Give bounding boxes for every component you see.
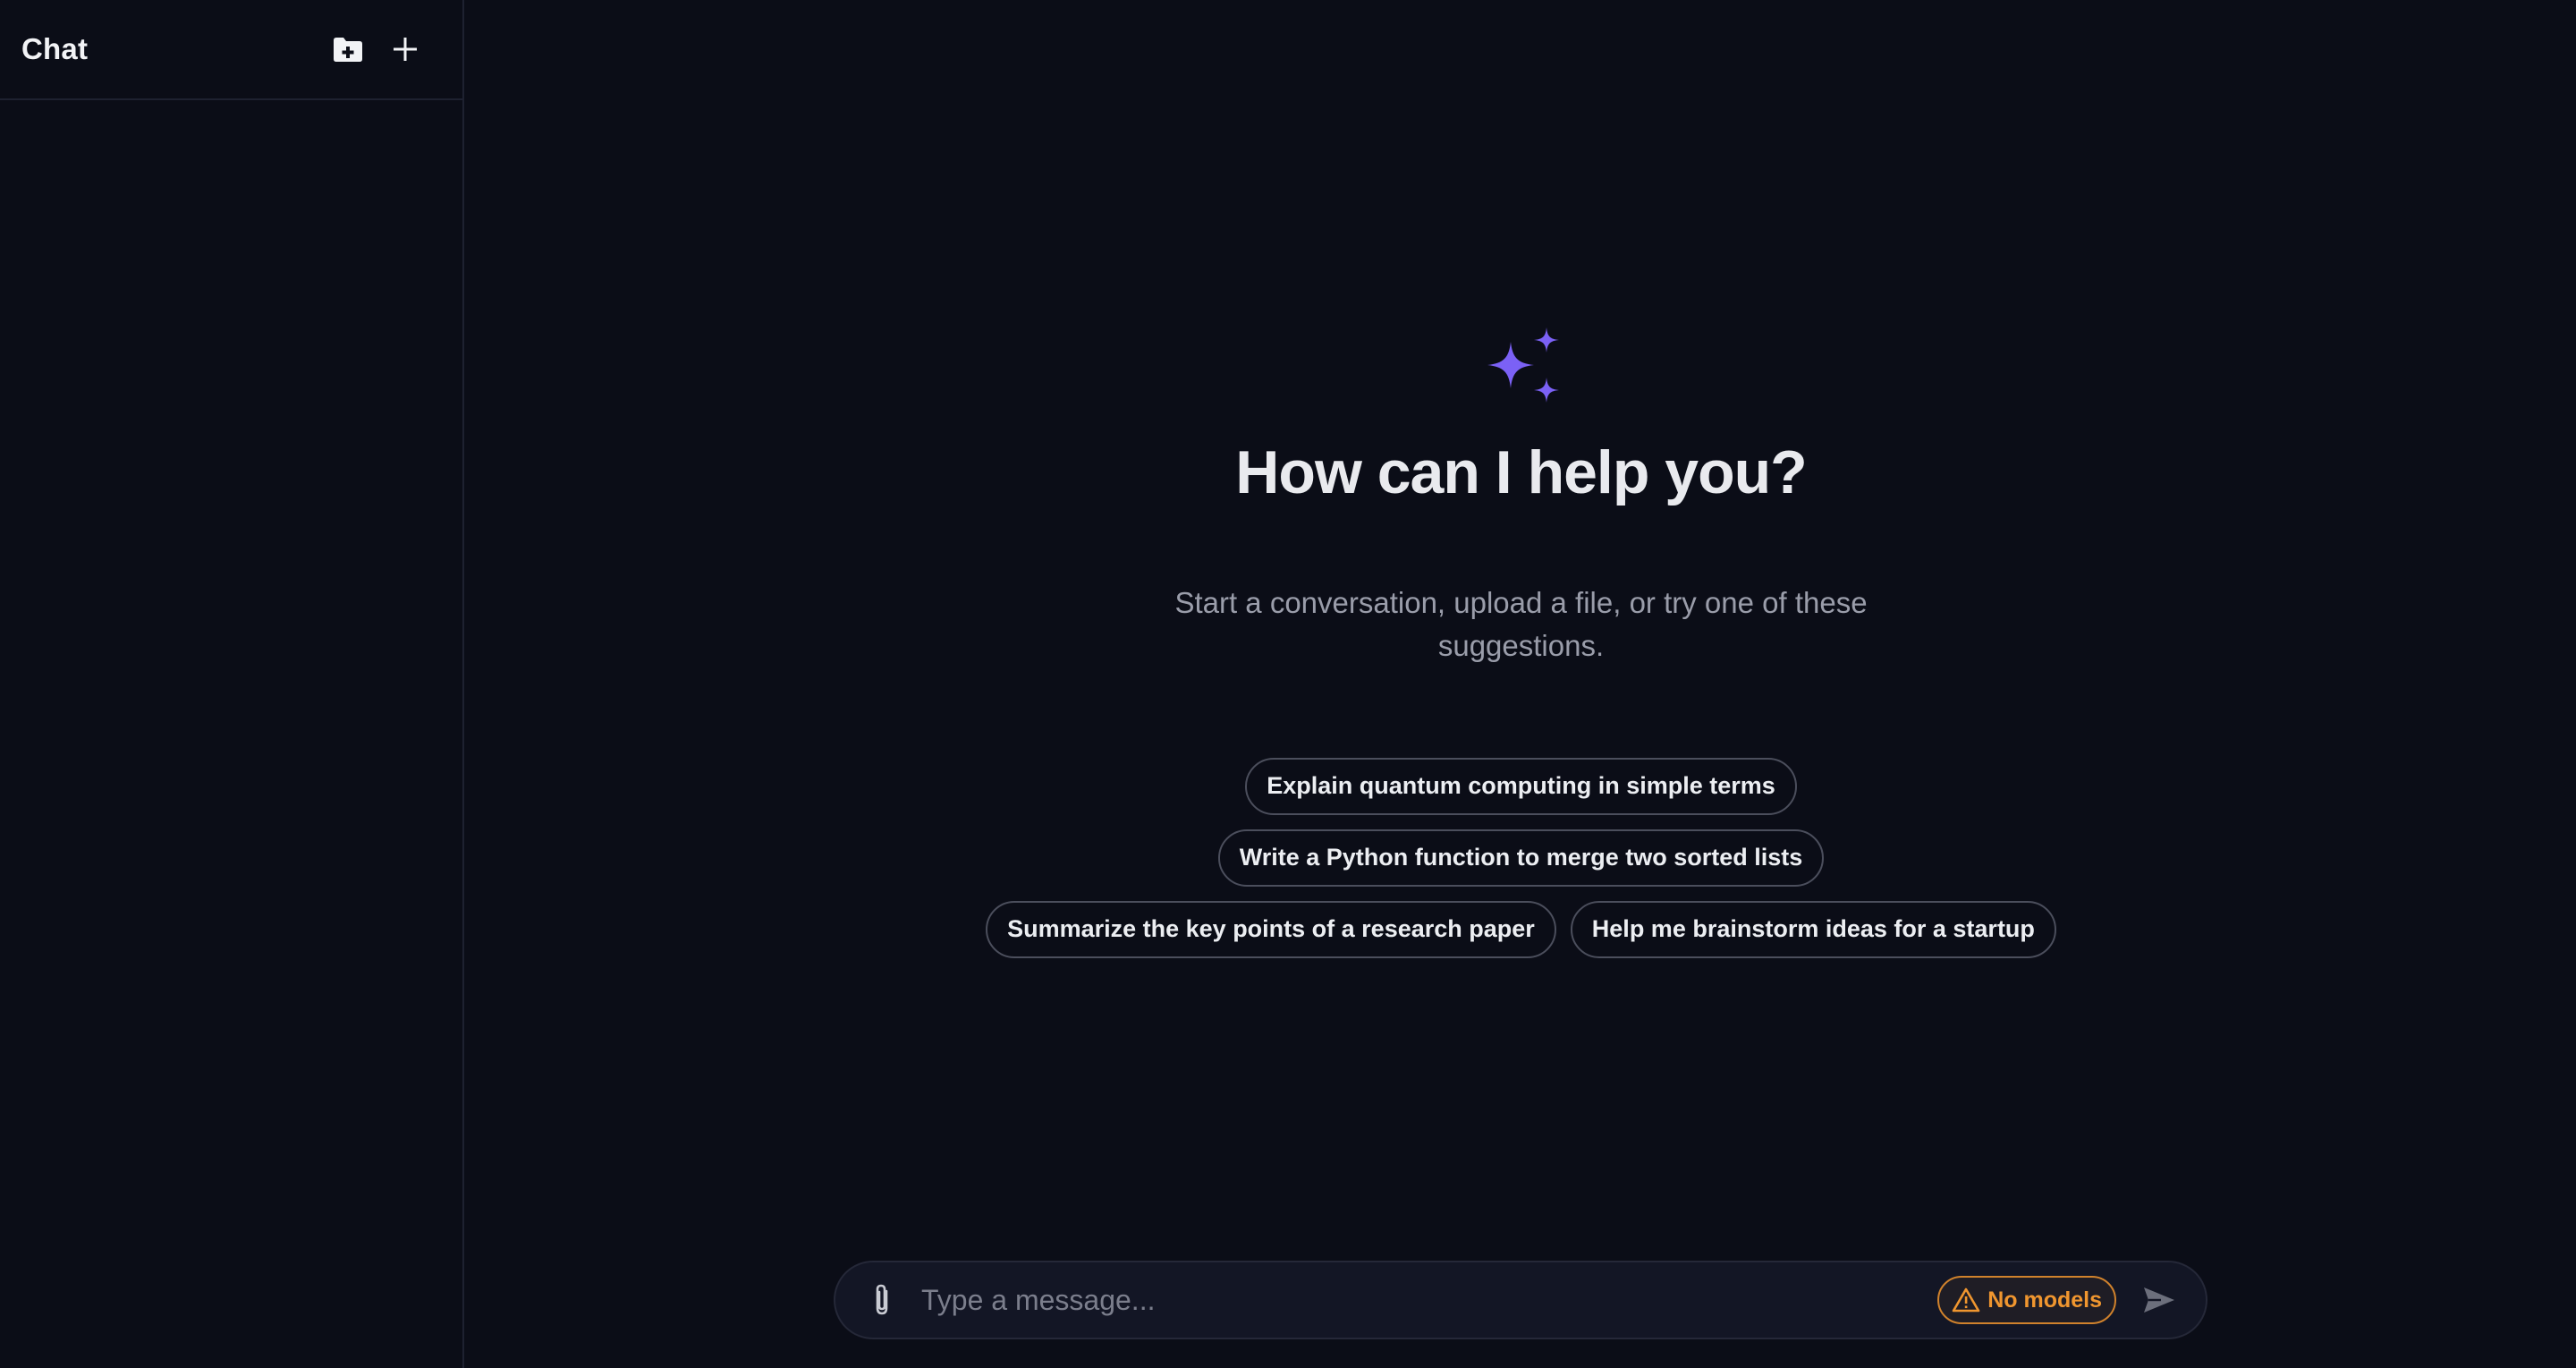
sidebar: Chat [0, 0, 464, 1368]
attach-file-button[interactable] [864, 1279, 900, 1321]
main-panel: How can I help you? Start a conversation… [466, 0, 2576, 1368]
new-chat-button[interactable] [387, 31, 423, 67]
sparkles-icon [1487, 327, 1559, 403]
sidebar-title: Chat [21, 32, 89, 65]
suggestion-row: Summarize the key points of a research p… [986, 900, 2056, 958]
new-folder-button[interactable] [330, 31, 366, 67]
welcome-title: How can I help you? [1235, 438, 1807, 506]
message-input[interactable] [919, 1282, 1938, 1318]
folder-plus-icon [334, 38, 362, 62]
model-status-label: No models [1987, 1287, 2102, 1313]
welcome-subtitle: Start a conversation, upload a file, or … [1174, 585, 1868, 662]
sidebar-actions [330, 31, 423, 67]
send-button[interactable] [2140, 1280, 2179, 1320]
sidebar-header: Chat [0, 0, 462, 100]
suggestion-chip[interactable]: Help me brainstorm ideas for a startup [1570, 900, 2056, 958]
suggestion-chip[interactable]: Write a Python function to merge two sor… [1217, 828, 1825, 887]
suggestion-list: Explain quantum computing in simple term… [986, 757, 2056, 958]
suggestion-chip[interactable]: Summarize the key points of a research p… [986, 900, 1556, 958]
suggestion-row: Explain quantum computing in simple term… [1245, 757, 1797, 815]
model-status-badge[interactable]: No models [1937, 1276, 2116, 1324]
warning-icon [1952, 1287, 1980, 1313]
welcome-hero: How can I help you? Start a conversation… [466, 326, 2576, 958]
message-composer: No models [834, 1261, 2207, 1339]
send-icon [2144, 1287, 2174, 1313]
plus-icon [394, 38, 417, 61]
chat-app: Chat How can I help you? Start a convers… [0, 0, 2576, 1368]
suggestion-row: Write a Python function to merge two sor… [1217, 828, 1825, 887]
suggestion-chip[interactable]: Explain quantum computing in simple term… [1245, 757, 1797, 815]
paperclip-icon [876, 1284, 888, 1315]
